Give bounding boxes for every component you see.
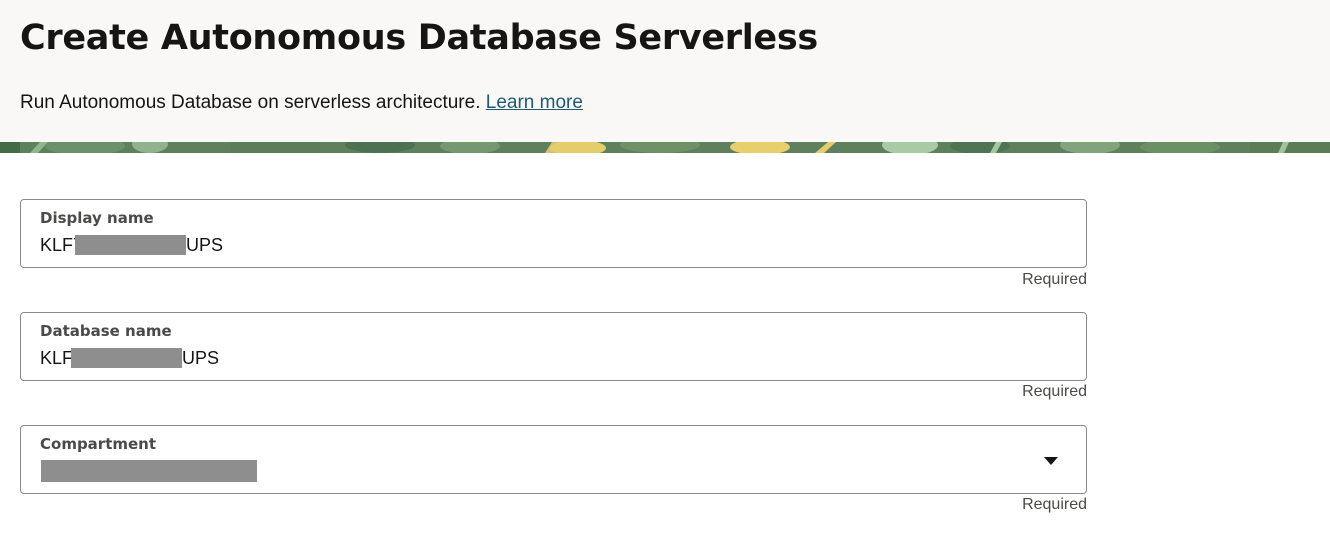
- chevron-down-icon[interactable]: [1044, 457, 1058, 465]
- compartment-value[interactable]: [40, 460, 257, 482]
- database-name-required-hint: Required: [1022, 383, 1087, 400]
- compartment-select[interactable]: Compartment: [20, 425, 1087, 494]
- display-name-required-hint: Required: [1022, 271, 1087, 288]
- display-name-field[interactable]: Display name KLF7 UPS: [20, 199, 1087, 268]
- database-name-value[interactable]: KLF UPS: [40, 347, 219, 369]
- learn-more-link[interactable]: Learn more: [486, 92, 583, 113]
- redacted-block: [71, 348, 183, 368]
- page-description: Run Autonomous Database on serverless ar…: [20, 92, 583, 114]
- display-name-value[interactable]: KLF7 UPS: [40, 234, 223, 256]
- database-name-value-suffix: UPS: [182, 347, 220, 368]
- decorative-banner: [0, 142, 1330, 153]
- page-title: Create Autonomous Database Serverless: [20, 18, 818, 58]
- redacted-block: [41, 460, 257, 482]
- display-name-value-suffix: UPS: [186, 234, 224, 255]
- database-name-label: Database name: [40, 322, 172, 340]
- description-text: Run Autonomous Database on serverless ar…: [20, 92, 481, 113]
- page-header: Create Autonomous Database Serverless Ru…: [0, 0, 1330, 142]
- compartment-label: Compartment: [40, 435, 157, 453]
- compartment-required-hint: Required: [1022, 496, 1087, 513]
- database-name-field[interactable]: Database name KLF UPS: [20, 312, 1087, 381]
- database-name-value-prefix: KLF: [40, 347, 74, 368]
- display-name-label: Display name: [40, 209, 154, 227]
- redacted-block: [75, 235, 187, 255]
